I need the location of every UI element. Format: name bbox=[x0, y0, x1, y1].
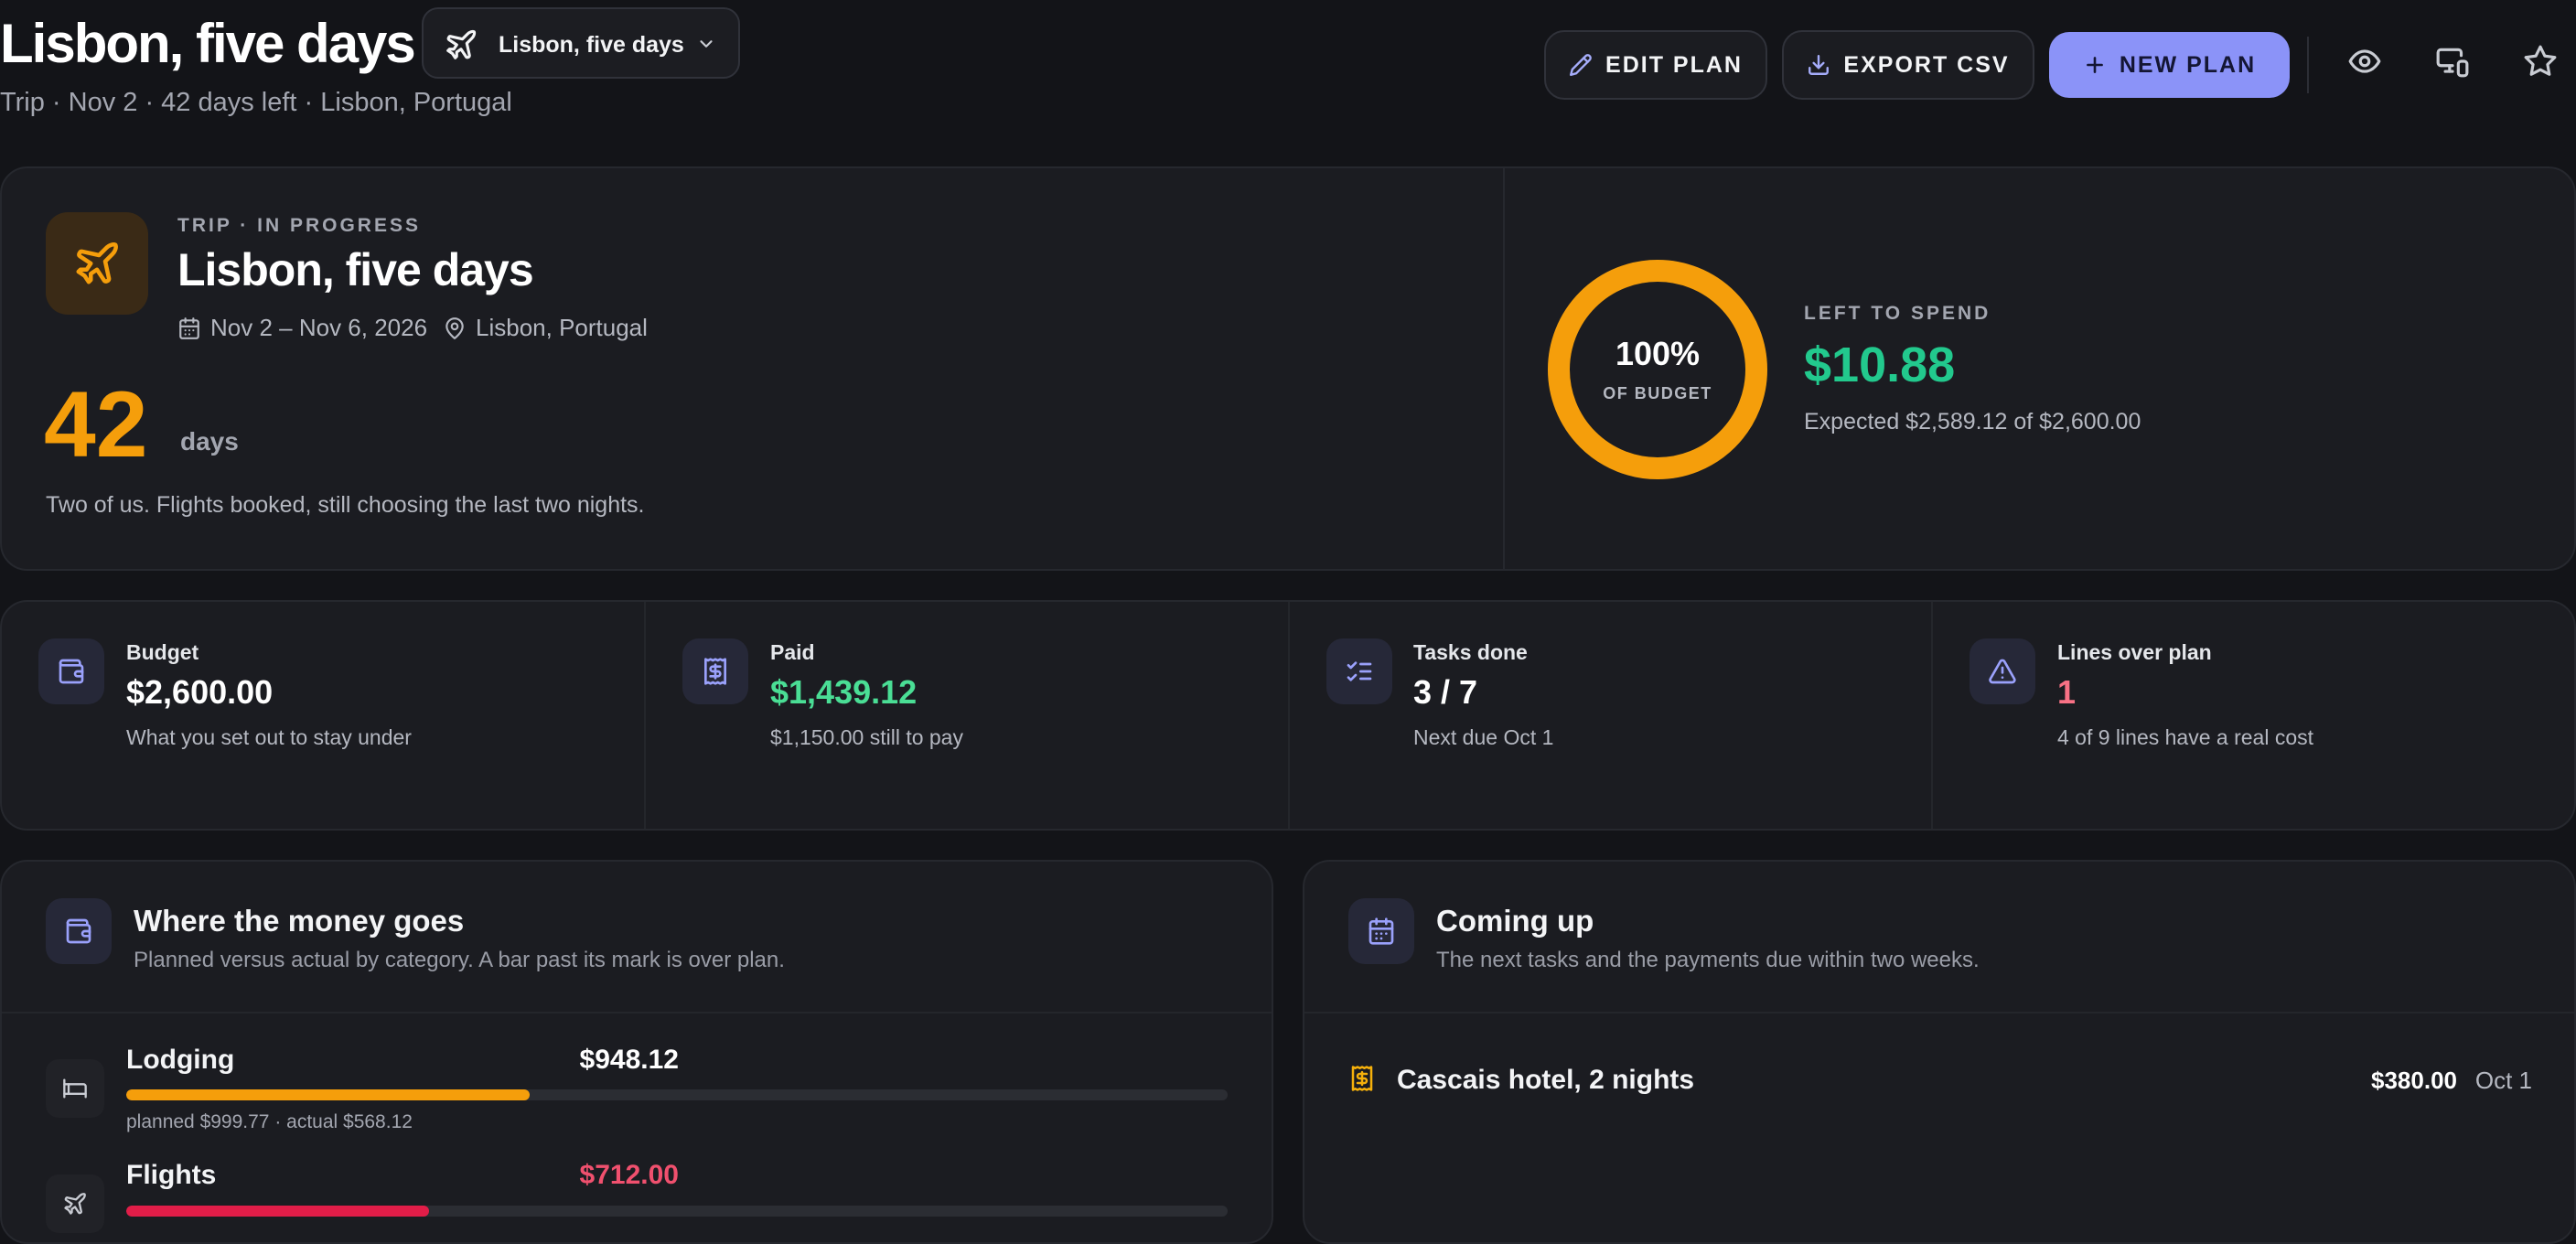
plan-selector[interactable]: Lisbon, five days bbox=[422, 7, 740, 79]
stat-paid-caption: $1,150.00 still to pay bbox=[770, 725, 963, 749]
plane-icon bbox=[444, 27, 478, 62]
wallet-icon bbox=[38, 638, 104, 704]
warning-icon bbox=[1970, 638, 2035, 704]
category-detail: planned $999.77 · actual $568.12 bbox=[126, 1111, 413, 1132]
section-divider bbox=[1304, 1012, 2574, 1013]
stat-tasks-value: 3 / 7 bbox=[1413, 673, 1478, 711]
stat-budget-label: Budget bbox=[126, 640, 199, 664]
coming-up-description: The next tasks and the payments due with… bbox=[1436, 948, 1980, 972]
stat-divider bbox=[1931, 602, 1933, 829]
stat-divider bbox=[1288, 602, 1290, 829]
category-name: Flights bbox=[126, 1160, 217, 1190]
new-plan-label: NEW PLAN bbox=[2119, 51, 2257, 78]
category-bar-fill bbox=[126, 1206, 430, 1217]
trip-status-eyebrow: TRIP · IN PROGRESS bbox=[177, 215, 421, 236]
wallet-icon bbox=[46, 898, 112, 964]
upcoming-item-amount: $380.00 bbox=[2371, 1067, 2457, 1094]
stat-budget-value: $2,600.00 bbox=[126, 673, 274, 711]
stat-tasks-caption: Next due Oct 1 bbox=[1413, 725, 1554, 749]
stat-over-plan-caption: 4 of 9 lines have a real cost bbox=[2057, 725, 2313, 749]
calendar-icon bbox=[177, 316, 210, 340]
edit-plan-label: EDIT PLAN bbox=[1605, 51, 1743, 78]
section-divider bbox=[2, 1012, 1272, 1013]
stat-over-plan-label: Lines over plan bbox=[2057, 640, 2212, 664]
download-icon bbox=[1807, 53, 1830, 77]
left-to-spend-amount: $10.88 bbox=[1804, 338, 1956, 392]
trip-dates-text: Nov 2 – Nov 6, 2026 bbox=[210, 314, 428, 341]
checklist-icon bbox=[1326, 638, 1392, 704]
trip-badge bbox=[46, 212, 148, 315]
new-plan-button[interactable]: NEW PLAN bbox=[2049, 32, 2290, 98]
trip-dates: Nov 2 – Nov 6, 2026 bbox=[177, 314, 427, 342]
trip-note: Two of us. Flights booked, still choosin… bbox=[46, 492, 645, 518]
plane-icon bbox=[46, 1174, 104, 1233]
category-amount: $948.12 bbox=[579, 1045, 679, 1075]
export-csv-button[interactable]: EXPORT CSV bbox=[1782, 30, 2034, 100]
plane-icon bbox=[76, 242, 118, 284]
pencil-icon bbox=[1569, 53, 1593, 77]
expected-spend: Expected $2,589.12 of $2,600.00 bbox=[1804, 409, 2141, 434]
devices-icon[interactable] bbox=[2435, 44, 2470, 79]
stat-over-plan-value: 1 bbox=[2057, 673, 2077, 711]
page-title: Lisbon, five days bbox=[0, 13, 416, 74]
page-subtitle: Trip · Nov 2 · 42 days left · Lisbon, Po… bbox=[0, 88, 512, 117]
category-bar-fill bbox=[126, 1089, 530, 1100]
calendar-icon bbox=[1348, 898, 1414, 964]
money-section-description: Planned versus actual by category. A bar… bbox=[134, 948, 785, 972]
plan-selector-label: Lisbon, five days bbox=[499, 32, 684, 58]
stat-paid-label: Paid bbox=[770, 640, 815, 664]
stat-tasks-label: Tasks done bbox=[1413, 640, 1528, 664]
category-name: Lodging bbox=[126, 1045, 235, 1075]
map-pin-icon bbox=[443, 316, 476, 340]
trip-title: Lisbon, five days bbox=[177, 244, 534, 295]
upcoming-item-date: Oct 1 bbox=[2474, 1067, 2532, 1094]
header-divider bbox=[2307, 37, 2309, 93]
stat-paid-value: $1,439.12 bbox=[770, 673, 918, 711]
money-section-title: Where the money goes bbox=[134, 904, 465, 938]
budget-ring-percent: 100% bbox=[1615, 335, 1701, 372]
days-countdown-unit: days bbox=[180, 427, 239, 456]
star-icon[interactable] bbox=[2523, 44, 2558, 79]
category-bar-track bbox=[126, 1089, 1228, 1100]
budget-ring-label: OF BUDGET bbox=[1603, 384, 1712, 402]
trip-location-text: Lisbon, Portugal bbox=[476, 314, 648, 341]
days-countdown-value: 42 bbox=[44, 372, 148, 477]
upcoming-item-title[interactable]: Cascais hotel, 2 nights bbox=[1397, 1065, 1694, 1096]
category-amount: $712.00 bbox=[579, 1160, 679, 1190]
left-to-spend-label: LEFT TO SPEND bbox=[1804, 303, 1991, 324]
plus-icon bbox=[2083, 53, 2107, 77]
stat-divider bbox=[644, 602, 646, 829]
receipt-icon bbox=[1348, 1065, 1376, 1092]
chevron-down-icon bbox=[696, 34, 716, 54]
export-csv-label: EXPORT CSV bbox=[1843, 51, 2010, 78]
stat-budget-caption: What you set out to stay under bbox=[126, 725, 412, 749]
receipt-icon bbox=[682, 638, 748, 704]
bed-icon bbox=[46, 1059, 104, 1118]
hero-divider bbox=[1503, 168, 1505, 569]
category-bar-track bbox=[126, 1206, 1228, 1217]
coming-up-title: Coming up bbox=[1436, 904, 1594, 938]
edit-plan-button[interactable]: EDIT PLAN bbox=[1544, 30, 1767, 100]
trip-location: Lisbon, Portugal bbox=[443, 314, 648, 342]
eye-icon[interactable] bbox=[2347, 44, 2382, 79]
